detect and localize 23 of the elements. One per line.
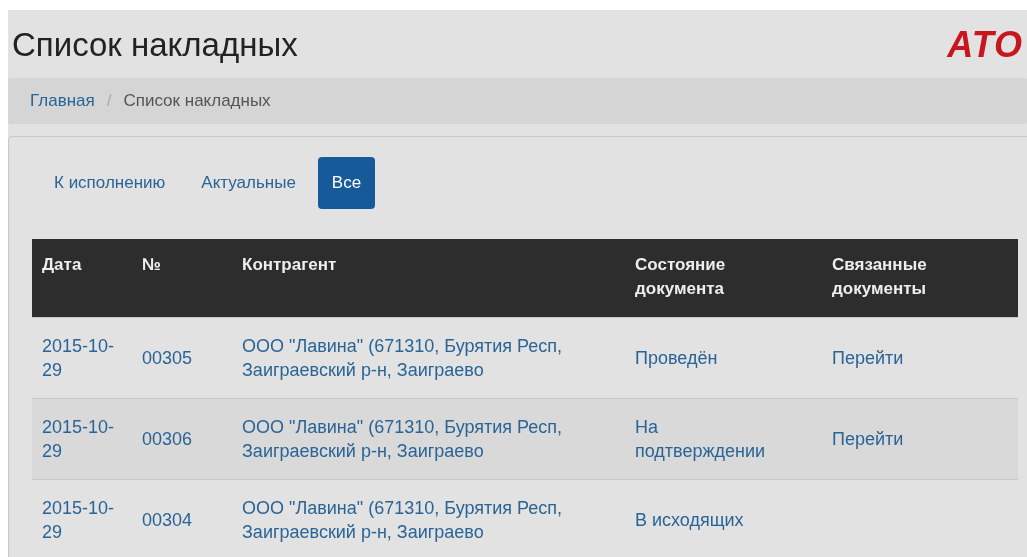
date-cell: 2015-10-29 <box>32 398 132 480</box>
column-header: Контрагент <box>232 239 625 318</box>
filter-tab[interactable]: Все <box>317 157 376 209</box>
logo: ATO <box>947 24 1023 66</box>
related-link[interactable]: Перейти <box>832 348 904 368</box>
contractor-link[interactable]: ООО "Лавина" (671310, Бурятия Респ, Заиграевский р-н, Заиграево <box>232 479 625 557</box>
filter-tab[interactable]: К исполнению <box>40 157 180 209</box>
filter-tab[interactable]: Актуальные <box>187 157 310 209</box>
number-link[interactable]: 00306 <box>132 398 232 480</box>
breadcrumb-current: Список накладных <box>123 91 271 111</box>
column-header: № <box>132 239 232 318</box>
column-header: Дата <box>32 239 132 318</box>
related-link[interactable]: Перейти <box>832 429 904 449</box>
status-cell: В исходящих <box>625 479 822 557</box>
column-header: Состояние документа <box>625 239 822 318</box>
breadcrumb-separator: / <box>106 91 112 111</box>
number-link[interactable]: 00304 <box>132 479 232 557</box>
breadcrumb-link[interactable]: Главная <box>30 91 95 111</box>
status-cell: На подтверждении <box>625 398 822 480</box>
column-header: Связанные документы <box>822 239 1018 318</box>
contractor-link[interactable]: ООО "Лавина" (671310, Бурятия Респ, Заиграевский р-н, Заиграево <box>232 398 625 480</box>
date-cell: 2015-10-29 <box>32 479 132 557</box>
page-title: Список накладных <box>12 26 298 64</box>
